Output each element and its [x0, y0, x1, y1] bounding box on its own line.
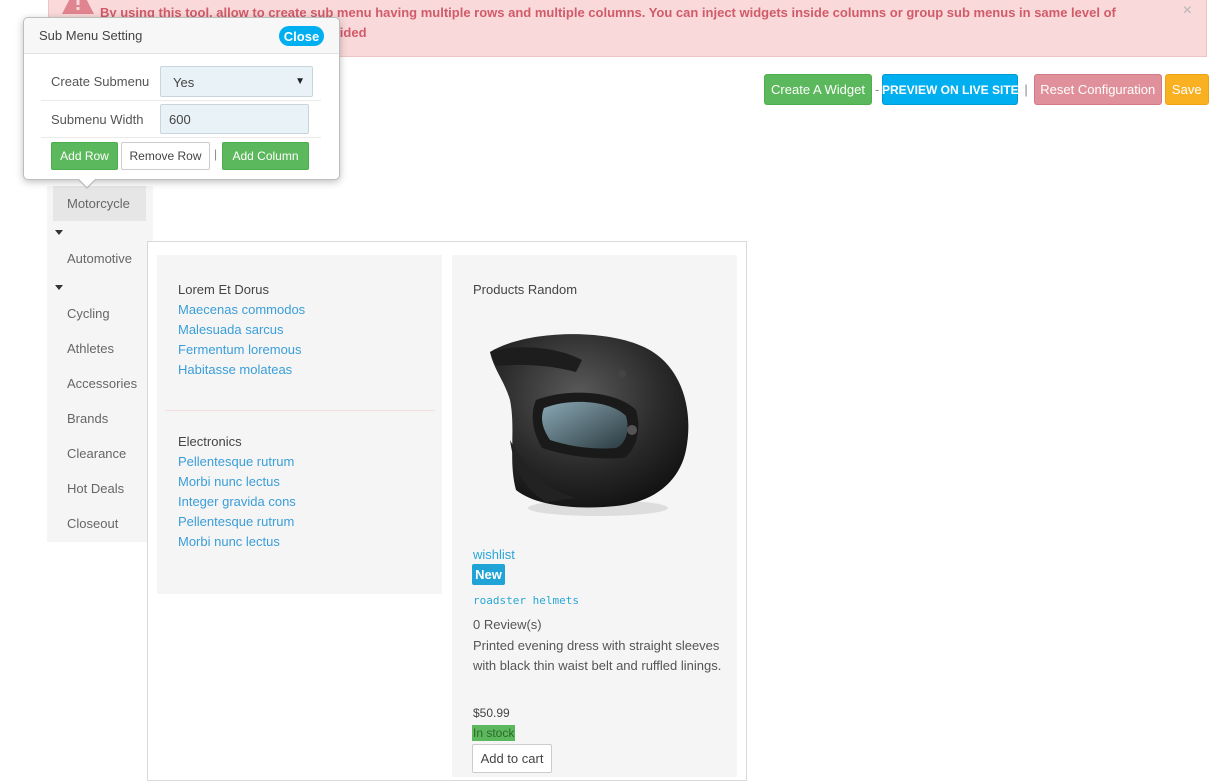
menu-item-athletes[interactable]: Athletes	[67, 341, 114, 356]
submenu-link[interactable]: Integer gravida cons	[178, 494, 296, 509]
widget-title: Products Random	[473, 282, 578, 297]
create-submenu-value: Yes	[173, 75, 195, 90]
main-menu: Motorcycle Automotive Cycling Athletes A…	[47, 186, 153, 542]
group-title: Lorem Et Dorus	[178, 282, 270, 297]
caret-down-icon[interactable]	[55, 285, 63, 290]
submenu-width-input[interactable]: 600	[160, 104, 309, 134]
close-icon[interactable]: ×	[1183, 2, 1192, 20]
reset-configuration-button[interactable]: Reset Configuration	[1033, 74, 1162, 105]
warning-icon	[62, 0, 94, 14]
group-title: Electronics	[178, 434, 242, 449]
create-submenu-select[interactable]: Yes ▼	[160, 66, 313, 97]
submenu-link[interactable]: Morbi nunc lectus	[178, 474, 280, 489]
submenu-setting-popover: Sub Menu Setting Close Create Submenu Ye…	[23, 17, 340, 189]
group-divider	[165, 410, 435, 411]
close-button[interactable]: Close	[279, 26, 324, 46]
button-separator: |	[214, 147, 218, 161]
add-column-button[interactable]: Add Column	[222, 142, 309, 170]
toolbar-separator: |	[1024, 82, 1028, 97]
review-count: 0 Review(s)	[473, 617, 542, 632]
product-description: Printed evening dress with straight slee…	[473, 638, 722, 673]
popover-header: Sub Menu Setting Close	[24, 18, 339, 54]
submenu-link[interactable]: Habitasse molateas	[178, 362, 292, 377]
new-badge: New	[472, 564, 505, 585]
submenu-link[interactable]: Maecenas commodos	[178, 302, 305, 317]
menu-item-motorcycle[interactable]: Motorcycle	[67, 196, 130, 211]
preview-live-site-button[interactable]: PREVIEW ON LIVE SITE	[882, 74, 1019, 105]
submenu-link[interactable]: Fermentum loremous	[178, 342, 302, 357]
dropdown-arrow-icon: ▼	[295, 76, 305, 87]
create-widget-button[interactable]: Create A Widget	[764, 74, 872, 105]
product-name-link[interactable]: roadster helmets	[473, 594, 579, 607]
product-price: $50.99	[473, 706, 510, 720]
menu-item-hot-deals[interactable]: Hot Deals	[67, 481, 124, 496]
menu-item-clearance[interactable]: Clearance	[67, 446, 126, 461]
menu-item-automotive[interactable]: Automotive	[67, 251, 132, 266]
save-button[interactable]: Save	[1164, 74, 1209, 105]
wishlist-link[interactable]: wishlist	[473, 547, 515, 562]
menu-item-brands[interactable]: Brands	[67, 411, 108, 426]
menu-item-accessories[interactable]: Accessories	[67, 376, 137, 391]
add-to-cart-button[interactable]: Add to cart	[472, 744, 552, 773]
submenu-link[interactable]: Malesuada sarcus	[178, 322, 284, 337]
popover-title: Sub Menu Setting	[39, 28, 143, 43]
product-image[interactable]	[486, 330, 698, 520]
submenu-width-value: 600	[169, 112, 191, 127]
submenu-link[interactable]: Pellentesque rutrum	[178, 514, 294, 529]
submenu-width-label: Submenu Width	[51, 112, 144, 127]
menu-item-cycling[interactable]: Cycling	[67, 306, 110, 321]
create-submenu-label: Create Submenu	[51, 74, 150, 89]
toolbar-dash: -	[875, 82, 880, 97]
popover-arrow-inner	[79, 179, 95, 187]
stock-status: In stock	[472, 725, 516, 741]
submenu-link[interactable]: Morbi nunc lectus	[178, 534, 280, 549]
menu-item-closeout[interactable]: Closeout	[67, 516, 118, 531]
submenu-link[interactable]: Pellentesque rutrum	[178, 454, 294, 469]
caret-down-icon[interactable]	[55, 230, 63, 235]
toolbar: Create A Widget - PREVIEW ON LIVE SITE |…	[764, 74, 1209, 105]
remove-row-button[interactable]: Remove Row	[121, 142, 210, 170]
add-row-button[interactable]: Add Row	[51, 142, 118, 170]
